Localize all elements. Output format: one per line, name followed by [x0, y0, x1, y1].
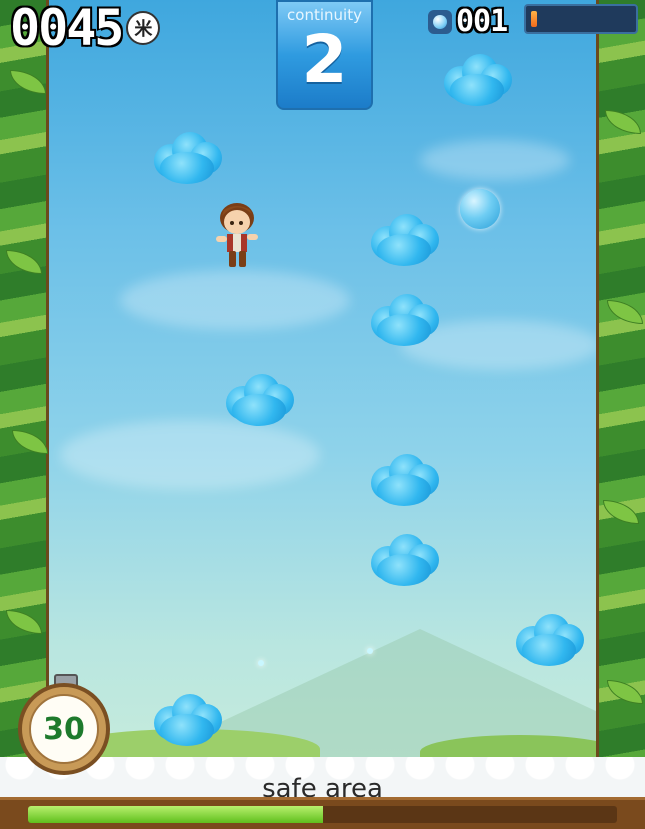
cloud-platform: [150, 692, 224, 748]
cloud-puff: [377, 554, 431, 586]
cloud-puff: [160, 152, 214, 184]
cloud-puff: [377, 234, 431, 266]
distance-counter: 0045 米: [10, 0, 161, 57]
coin-counter: 001: [428, 4, 508, 39]
left-vine-wall: [0, 0, 49, 774]
bubble-coin-icon: [428, 9, 452, 34]
sparkle: [367, 648, 373, 654]
continuity-value: 2: [301, 21, 348, 98]
energy-bar-fill: [531, 11, 537, 27]
leaf-decoration: [6, 610, 42, 634]
cloud-platform: [367, 212, 441, 268]
energy-bar: [524, 4, 638, 34]
leaf-decoration: [607, 680, 643, 704]
player-character: [216, 203, 258, 267]
leaf-decoration: [603, 500, 639, 524]
meter-unit-badge: 米: [126, 11, 161, 45]
leaf-decoration: [605, 110, 641, 134]
game-stage[interactable]: 0045 米 continuity 2 001 safe area 30: [0, 0, 645, 829]
background-haze: [60, 420, 320, 490]
right-vine-wall: [596, 0, 645, 774]
leaf-decoration: [10, 70, 46, 94]
leaf-decoration: [12, 430, 48, 454]
cloud-puff: [377, 314, 431, 346]
level-progress-fill: [28, 806, 323, 823]
leaf-decoration: [607, 300, 643, 324]
background-haze: [420, 140, 570, 180]
coin-count: 001: [456, 4, 508, 39]
cloud-platform: [440, 52, 514, 108]
stopwatch-timer: 30: [18, 683, 110, 775]
level-progress-bar: [0, 797, 645, 829]
cloud-platform: [150, 130, 224, 186]
cloud-puff: [377, 474, 431, 506]
background-haze: [120, 270, 350, 330]
sparkle: [258, 660, 264, 666]
cloud-puff: [160, 714, 214, 746]
level-progress-track: [28, 806, 617, 823]
cloud-platform: [367, 452, 441, 508]
timer-value: 30: [29, 694, 99, 764]
continuity-panel: continuity 2: [276, 0, 373, 110]
bubble-coin-icon: [460, 189, 500, 229]
distance-value: 0045: [10, 0, 124, 57]
cloud-platform: [512, 612, 586, 668]
cloud-puff: [522, 634, 576, 666]
cloud-puff: [450, 74, 504, 106]
leaf-decoration: [6, 250, 42, 274]
cloud-puff: [232, 394, 286, 426]
cloud-platform: [222, 372, 296, 428]
cloud-platform: [367, 292, 441, 348]
cloud-platform: [367, 532, 441, 588]
